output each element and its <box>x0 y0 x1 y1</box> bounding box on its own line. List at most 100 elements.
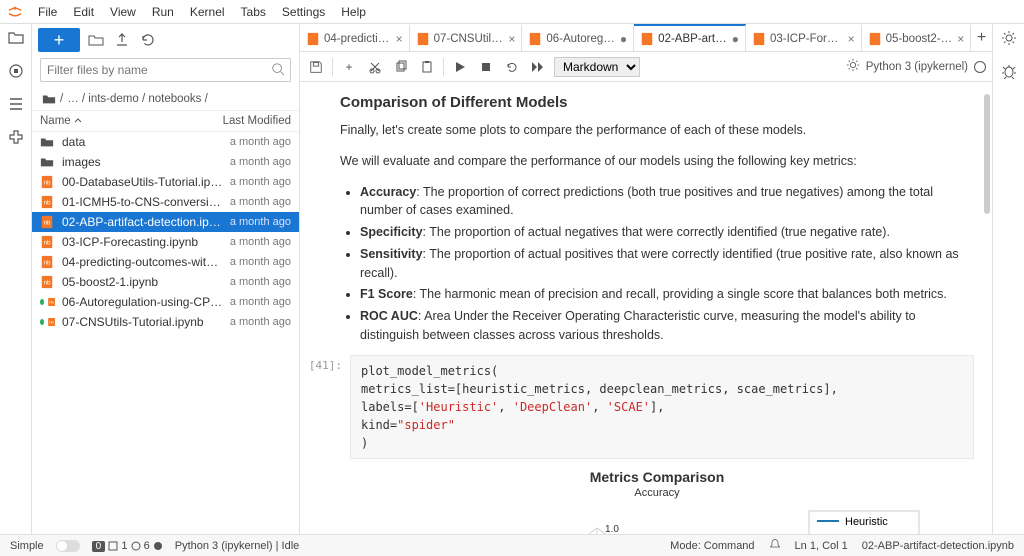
file-name: 03-ICP-Forecasting.ipynb <box>62 235 230 249</box>
markdown-bullet: Sensitivity: The proportion of actual po… <box>360 245 974 283</box>
status-lncol[interactable]: Ln 1, Col 1 <box>795 540 848 552</box>
notebook-icon: nb <box>40 315 56 329</box>
file-row[interactable]: nb07-CNSUtils-Tutorial.ipynba month ago <box>32 312 299 332</box>
menu-kernel[interactable]: Kernel <box>182 5 233 19</box>
filter-files-input[interactable] <box>40 58 291 82</box>
file-row[interactable]: nb05-boost2-1.ipynba month ago <box>32 272 299 292</box>
menu-file[interactable]: File <box>30 5 65 19</box>
tab[interactable]: 07-CNSUtils-Tutori× <box>410 24 523 51</box>
tab-label: 04-predicting-outc <box>324 33 392 45</box>
close-icon[interactable]: × <box>957 32 964 46</box>
upload-icon[interactable] <box>112 30 132 50</box>
scrollbar[interactable] <box>984 94 990 214</box>
new-folder-icon[interactable] <box>86 30 106 50</box>
kernel-gear-icon[interactable] <box>846 58 860 75</box>
cut-icon[interactable] <box>365 57 385 77</box>
status-mode: Mode: Command <box>670 540 754 552</box>
markdown-bullet: Specificity: The proportion of actual ne… <box>360 223 974 242</box>
file-row[interactable]: nb03-ICP-Forecasting.ipynba month ago <box>32 232 299 252</box>
stop-icon[interactable] <box>476 57 496 77</box>
right-activity-bar <box>992 24 1024 534</box>
running-icon[interactable] <box>8 63 24 82</box>
tab[interactable]: 06-Autoregulation-● <box>522 24 634 51</box>
file-name: 06-Autoregulation-using-CPPOpt.ip... <box>62 295 230 309</box>
svg-text:1.0: 1.0 <box>605 524 619 535</box>
file-row[interactable]: nb06-Autoregulation-using-CPPOpt.ip...a … <box>32 292 299 312</box>
restart-icon[interactable] <box>502 57 522 77</box>
paste-icon[interactable] <box>417 57 437 77</box>
run-icon[interactable] <box>450 57 470 77</box>
notebook-icon: nb <box>40 215 56 229</box>
celltype-select[interactable]: Markdown <box>554 57 640 77</box>
file-row[interactable]: nb00-DatabaseUtils-Tutorial.ipynba month… <box>32 172 299 192</box>
extension-icon[interactable] <box>8 129 24 148</box>
status-counts[interactable]: 0 1 6 <box>92 540 163 552</box>
simple-toggle[interactable] <box>56 540 80 552</box>
close-icon[interactable]: × <box>396 32 403 46</box>
breadcrumb[interactable]: /… / ints-demo / notebooks / <box>32 88 299 110</box>
refresh-icon[interactable] <box>138 30 158 50</box>
file-row[interactable]: nb04-predicting-outcomes-with-CBR.i...a … <box>32 252 299 272</box>
folder-icon[interactable] <box>8 30 24 49</box>
column-modified[interactable]: Last Modified <box>223 115 291 127</box>
simple-toggle-label: Simple <box>10 540 44 552</box>
plot-legend: Heuristic DeepClean SCAE <box>809 511 919 535</box>
code-cell[interactable]: [41]: plot_model_metrics( metrics_list=[… <box>300 355 974 459</box>
fast-forward-icon[interactable] <box>528 57 548 77</box>
menu-help[interactable]: Help <box>333 5 374 19</box>
column-name[interactable]: Name <box>40 115 223 127</box>
notebook-icon: nb <box>40 175 56 189</box>
notification-icon[interactable] <box>769 538 781 553</box>
tab[interactable]: 05-boost2-1.ipynb× <box>862 24 972 51</box>
property-inspector-icon[interactable] <box>1001 30 1017 49</box>
code-area[interactable]: plot_model_metrics( metrics_list=[heuris… <box>350 355 974 459</box>
file-row[interactable]: dataa month ago <box>32 132 299 152</box>
file-modified: a month ago <box>230 276 291 288</box>
tab[interactable]: 04-predicting-outc × <box>300 24 410 51</box>
cell-prompt: [41]: <box>300 355 350 459</box>
tab-label: 03-ICP-Forecasting <box>770 33 844 45</box>
markdown-bullet: F1 Score: The harmonic mean of precision… <box>360 285 974 304</box>
file-row[interactable]: nb02-ABP-artifact-detection.ipynba month… <box>32 212 299 232</box>
status-bar: Simple 0 1 6 Python 3 (ipykernel) | Idle… <box>0 534 1024 556</box>
svg-text:nb: nb <box>44 200 51 207</box>
debugger-icon[interactable] <box>1001 63 1017 82</box>
markdown-bullet: ROC AUC: Area Under the Receiver Operati… <box>360 307 974 345</box>
add-cell-icon[interactable]: + <box>339 57 359 77</box>
notebook-icon <box>416 32 430 46</box>
kernel-name[interactable]: Python 3 (ipykernel) <box>866 61 968 73</box>
toc-icon[interactable] <box>8 96 24 115</box>
file-row[interactable]: imagesa month ago <box>32 152 299 172</box>
file-name: 05-boost2-1.ipynb <box>62 275 230 289</box>
tab-label: 02-ABP-artifact-de <box>658 33 728 45</box>
tab-bar: 04-predicting-outc×07-CNSUtils-Tutori×06… <box>300 24 992 52</box>
folder-icon <box>40 135 56 149</box>
file-modified: a month ago <box>230 196 291 208</box>
close-icon[interactable]: × <box>848 32 855 46</box>
file-name: data <box>62 135 230 149</box>
new-tab-button[interactable]: + <box>971 24 992 51</box>
status-kernel[interactable]: Python 3 (ipykernel) | Idle <box>175 540 300 552</box>
close-icon[interactable]: × <box>508 32 515 46</box>
copy-icon[interactable] <box>391 57 411 77</box>
dirty-indicator[interactable]: ● <box>732 32 739 46</box>
new-launcher-button[interactable]: + <box>38 28 80 52</box>
menu-view[interactable]: View <box>102 5 144 19</box>
search-icon <box>271 62 285 79</box>
menu-settings[interactable]: Settings <box>274 5 333 19</box>
file-modified: a month ago <box>230 316 291 328</box>
menu-edit[interactable]: Edit <box>65 5 102 19</box>
notebook-body[interactable]: Comparison of Different Models Finally, … <box>300 82 992 534</box>
markdown-paragraph: We will evaluate and compare the perform… <box>340 152 974 171</box>
menu-run[interactable]: Run <box>144 5 182 19</box>
save-icon[interactable] <box>306 57 326 77</box>
file-modified: a month ago <box>230 256 291 268</box>
dirty-indicator[interactable]: ● <box>620 32 627 46</box>
file-modified: a month ago <box>230 236 291 248</box>
menu-tabs[interactable]: Tabs <box>233 5 274 19</box>
kernel-status-icon <box>974 61 986 73</box>
notebook-icon: nb <box>40 255 56 269</box>
tab[interactable]: 03-ICP-Forecasting × <box>746 24 862 51</box>
file-row[interactable]: nb01-ICMH5-to-CNS-conversion.ipynba mont… <box>32 192 299 212</box>
tab[interactable]: 02-ABP-artifact-de ● <box>634 24 746 51</box>
